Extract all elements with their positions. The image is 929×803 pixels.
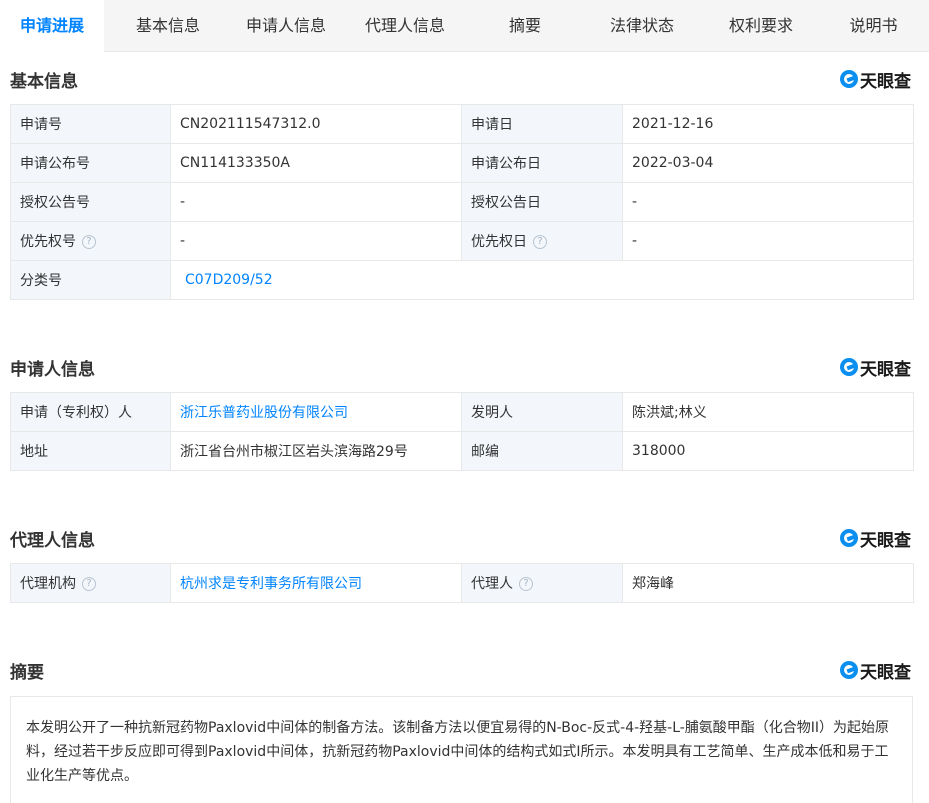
table-row: 地址 浙江省台州市椒江区岩头滨海路29号 邮编 318000 [10,431,914,471]
help-icon[interactable]: ? [82,577,96,591]
priority-date-label: 优先权日 [471,234,527,250]
publication-number-value: CN114133350A [170,143,462,183]
brand-name: 天眼查 [860,662,911,683]
tianyancha-logo-icon [840,358,858,376]
basic-info-table: 申请号 CN202111547312.0 申请日 2021-12-16 申请公布… [10,104,914,300]
applicant-info-table: 申请（专利权）人 浙江乐普药业股份有限公司 发明人 陈洪斌;林义 地址 浙江省台… [10,392,914,471]
agent-info-header: 代理人信息 天眼查 [10,523,911,553]
address-value: 浙江省台州市椒江区岩头滨海路29号 [170,431,462,471]
classification-link[interactable]: C07D209/52 [170,260,914,300]
agent-label: 代理人 [471,576,513,592]
agent-cell: 代理人? [461,563,623,603]
tianyancha-brand[interactable]: 天眼查 [840,67,911,92]
abstract-text: 本发明公开了一种抗新冠药物Paxlovid中间体的制备方法。该制备方法以便宜易得… [10,696,913,803]
brand-name: 天眼查 [860,359,911,380]
patent-holder-link[interactable]: 浙江乐普药业股份有限公司 [170,392,462,432]
tianyancha-logo-icon [840,70,858,88]
priority-number-label: 优先权号 [20,234,76,250]
grant-date-label: 授权公告日 [461,182,623,222]
postcode-value: 318000 [622,431,914,471]
help-icon[interactable]: ? [533,235,547,249]
agent-info-table: 代理机构? 杭州求是专利事务所有限公司 代理人? 郑海峰 [10,563,914,603]
tianyancha-logo-icon [840,661,858,679]
priority-date-cell: 优先权日? [461,221,623,261]
tianyancha-brand[interactable]: 天眼查 [840,658,911,683]
application-number-value: CN202111547312.0 [170,104,462,144]
application-date-label: 申请日 [461,104,623,144]
inventor-label: 发明人 [461,392,623,432]
basic-info-header: 基本信息 天眼查 [10,64,911,94]
tab-abstract[interactable]: 摘要 [470,0,580,52]
application-number-label: 申请号 [10,104,171,144]
publication-date-value: 2022-03-04 [622,143,914,183]
grant-number-label: 授权公告号 [10,182,171,222]
tab-basic-info[interactable]: 基本信息 [104,0,232,52]
agency-cell: 代理机构? [10,563,171,603]
help-icon[interactable]: ? [82,235,96,249]
tab-description[interactable]: 说明书 [818,0,929,52]
applicant-info-header: 申请人信息 天眼查 [10,352,911,382]
grant-date-value: - [622,182,914,222]
tianyancha-brand[interactable]: 天眼查 [840,526,911,551]
tab-agent-info[interactable]: 代理人信息 [340,0,470,52]
section-title: 基本信息 [10,71,78,92]
table-row: 申请公布号 CN114133350A 申请公布日 2022-03-04 [10,143,914,183]
tab-progress[interactable]: 申请进展 [0,0,104,52]
section-title: 代理人信息 [10,530,95,551]
address-label: 地址 [10,431,171,471]
grant-number-value: - [170,182,462,222]
brand-name: 天眼查 [860,530,911,551]
tianyancha-brand[interactable]: 天眼查 [840,355,911,380]
priority-date-value: - [622,221,914,261]
brand-name: 天眼查 [860,71,911,92]
abstract-header: 摘要 天眼查 [10,655,911,685]
priority-number-cell: 优先权号? [10,221,171,261]
section-title: 申请人信息 [10,359,95,380]
tab-legal-status[interactable]: 法律状态 [580,0,704,52]
help-icon[interactable]: ? [519,577,533,591]
publication-number-label: 申请公布号 [10,143,171,183]
publication-date-label: 申请公布日 [461,143,623,183]
tab-applicant-info[interactable]: 申请人信息 [232,0,340,52]
agency-link[interactable]: 杭州求是专利事务所有限公司 [170,563,462,603]
table-row: 优先权号? - 优先权日? - [10,221,914,261]
agency-label: 代理机构 [20,576,76,592]
section-title: 摘要 [10,662,44,683]
table-row: 授权公告号 - 授权公告日 - [10,182,914,222]
table-row: 分类号 C07D209/52 [10,260,914,300]
inventor-value: 陈洪斌;林义 [622,392,914,432]
tianyancha-logo-icon [840,529,858,547]
postcode-label: 邮编 [461,431,623,471]
table-row: 申请（专利权）人 浙江乐普药业股份有限公司 发明人 陈洪斌;林义 [10,392,914,432]
table-row: 申请号 CN202111547312.0 申请日 2021-12-16 [10,104,914,144]
tab-claims[interactable]: 权利要求 [704,0,818,52]
table-row: 代理机构? 杭州求是专利事务所有限公司 代理人? 郑海峰 [10,563,914,603]
classification-label: 分类号 [10,260,171,300]
application-date-value: 2021-12-16 [622,104,914,144]
agent-value: 郑海峰 [622,563,914,603]
priority-number-value: - [170,221,462,261]
tab-bar: 申请进展 基本信息 申请人信息 代理人信息 摘要 法律状态 权利要求 说明书 [0,0,929,52]
patent-holder-label: 申请（专利权）人 [10,392,171,432]
